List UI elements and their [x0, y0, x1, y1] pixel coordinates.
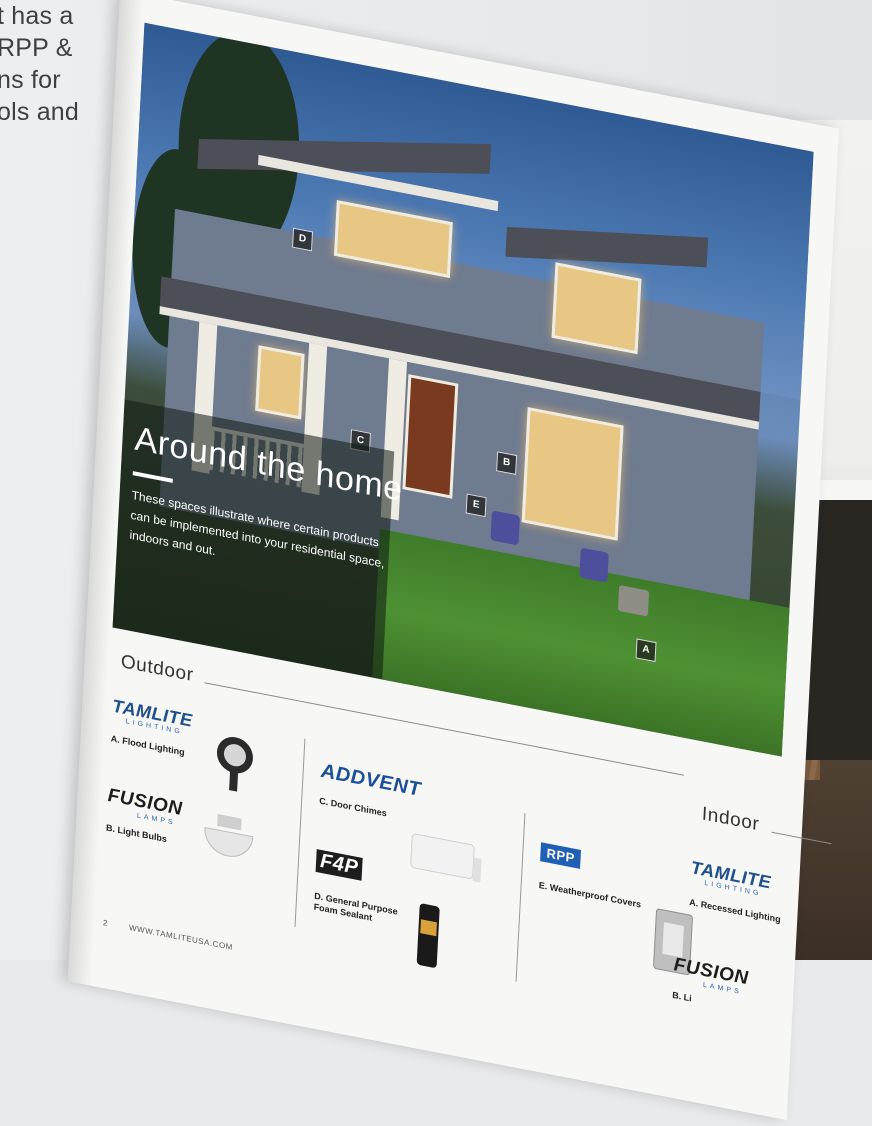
- house-photo: D C B E A Around the home These spaces i…: [112, 22, 814, 757]
- patio-chair: [579, 547, 609, 583]
- f4p-logo: F4P: [315, 849, 363, 881]
- product-label: B. Light Bulbs: [105, 822, 168, 845]
- page-number: 2: [102, 918, 109, 928]
- patio-chair: [490, 510, 520, 546]
- light-bulb-icon: [204, 813, 254, 857]
- product-label: E. Weatherproof Covers: [538, 879, 642, 910]
- foam-sealant-can-icon: [416, 903, 440, 968]
- footer-website: WWW.TAMLITEUSA.COM: [128, 923, 234, 953]
- front-door: [402, 374, 459, 499]
- marker-d: D: [292, 227, 314, 252]
- french-doors: [521, 407, 624, 541]
- outdoor-title: Outdoor: [120, 651, 195, 687]
- column-divider: [515, 813, 526, 982]
- flood-light-icon: [216, 737, 253, 792]
- marker-b: B: [496, 451, 518, 475]
- marker-e: E: [465, 493, 487, 518]
- product-label: B. Li: [671, 989, 692, 1004]
- product-label: A. Recessed Lighting: [688, 896, 781, 925]
- overlay-description: These spaces illustrate where certain pr…: [129, 488, 385, 571]
- product-label: A. Flood Lighting: [110, 733, 185, 758]
- overlay-accent-bar: [132, 471, 173, 483]
- product-label: D. General Purpose Foam Sealant: [313, 890, 398, 923]
- upper-window: [551, 262, 642, 355]
- planter: [617, 585, 650, 617]
- roof: [197, 138, 492, 174]
- door-chime-icon: [410, 833, 482, 883]
- marker-a: A: [635, 638, 657, 663]
- rpp-logo: RPP: [540, 842, 582, 869]
- porch-window: [255, 345, 305, 420]
- column-divider: [294, 738, 306, 928]
- addvent-logo: ADDVENT: [320, 759, 422, 801]
- indoor-title: Indoor: [701, 803, 760, 836]
- product-label: C. Door Chimes: [319, 795, 388, 819]
- brochure-page: D C B E A Around the home These spaces i…: [67, 0, 840, 1121]
